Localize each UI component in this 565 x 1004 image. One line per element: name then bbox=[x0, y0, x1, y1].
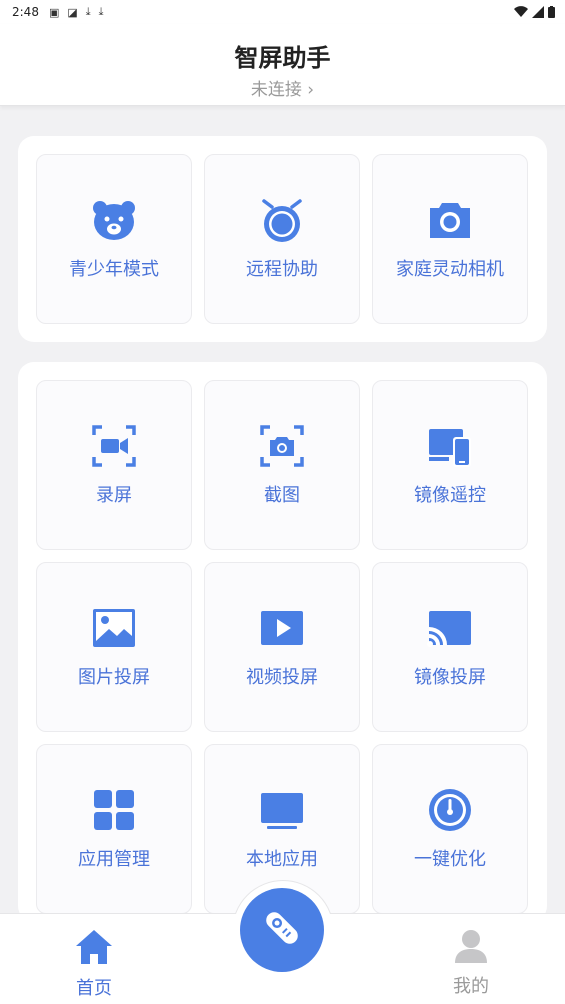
system-icons bbox=[514, 6, 555, 18]
tile-youth-mode[interactable]: 青少年模式 bbox=[36, 154, 192, 324]
remote-control-icon bbox=[260, 906, 304, 954]
tab-home[interactable]: 首页 bbox=[34, 914, 154, 1004]
bear-icon bbox=[91, 197, 137, 243]
home-icon bbox=[74, 928, 114, 970]
notification-icons: ▣ ◪ ⤓ ⤓ bbox=[49, 5, 104, 19]
image-notification-icon: ▣ bbox=[48, 5, 60, 19]
tile-label: 应用管理 bbox=[78, 849, 150, 870]
connection-status-link[interactable]: 未连接 › bbox=[0, 75, 565, 100]
remote-control-button[interactable] bbox=[240, 888, 324, 972]
tv-icon bbox=[259, 787, 305, 833]
screenshot-icon bbox=[259, 423, 305, 469]
feature-card: 青少年模式 远程协助 家庭灵动相机 bbox=[18, 136, 547, 342]
download-icon: ⤓ bbox=[85, 5, 91, 18]
screen-mirror-cast-icon bbox=[427, 605, 473, 651]
tile-label: 视频投屏 bbox=[246, 667, 318, 688]
status-bar: 2:48 ▣ ◪ ⤓ ⤓ bbox=[0, 0, 565, 24]
tile-remote-assist[interactable]: 远程协助 bbox=[204, 154, 360, 324]
video-cast-icon bbox=[259, 605, 305, 651]
status-time: 2:48 bbox=[12, 5, 39, 19]
tile-label: 青少年模式 bbox=[69, 259, 159, 280]
tile-label: 本地应用 bbox=[246, 849, 318, 870]
tile-label: 截图 bbox=[264, 485, 300, 506]
app-header: 智屏助手 未连接 › bbox=[0, 24, 565, 106]
tile-image-cast[interactable]: 图片投屏 bbox=[36, 562, 192, 732]
tile-label: 图片投屏 bbox=[78, 667, 150, 688]
tile-one-click-optimize[interactable]: 一键优化 bbox=[372, 744, 528, 914]
image-cast-icon bbox=[91, 605, 137, 651]
page-title: 智屏助手 bbox=[234, 44, 331, 72]
app-notification-icon: ◪ bbox=[67, 5, 78, 19]
tile-screen-record[interactable]: 录屏 bbox=[36, 380, 192, 550]
tab-mine-label: 我的 bbox=[453, 976, 489, 997]
user-icon bbox=[453, 928, 489, 968]
alarm-clock-icon bbox=[259, 197, 305, 243]
screen-record-icon bbox=[91, 423, 137, 469]
wifi-icon bbox=[514, 6, 528, 18]
signal-icon bbox=[532, 6, 544, 18]
tile-label: 一键优化 bbox=[414, 849, 486, 870]
tile-family-camera[interactable]: 家庭灵动相机 bbox=[372, 154, 528, 324]
speed-gauge-icon bbox=[427, 787, 473, 833]
tile-label: 录屏 bbox=[96, 485, 132, 506]
tile-screenshot[interactable]: 截图 bbox=[204, 380, 360, 550]
tile-label: 远程协助 bbox=[246, 259, 318, 280]
tools-card: 录屏 截图 镜像遥控 图片投屏 视频投屏 镜像投屏 应用管理 本地应用 一键优化 bbox=[18, 362, 547, 922]
tile-screen-mirror-cast[interactable]: 镜像投屏 bbox=[372, 562, 528, 732]
tab-mine[interactable]: 我的 bbox=[411, 914, 531, 1004]
camera-icon bbox=[427, 197, 473, 243]
battery-icon bbox=[548, 6, 555, 18]
tile-label: 镜像投屏 bbox=[414, 667, 486, 688]
download-icon: ⤓ bbox=[98, 5, 104, 18]
tile-video-cast[interactable]: 视频投屏 bbox=[204, 562, 360, 732]
tile-app-management[interactable]: 应用管理 bbox=[36, 744, 192, 914]
tile-label: 镜像遥控 bbox=[414, 485, 486, 506]
tile-mirror-remote[interactable]: 镜像遥控 bbox=[372, 380, 528, 550]
app-grid-icon bbox=[91, 787, 137, 833]
mirror-remote-icon bbox=[427, 423, 473, 469]
tab-home-label: 首页 bbox=[76, 978, 112, 999]
tile-label: 家庭灵动相机 bbox=[396, 259, 504, 280]
